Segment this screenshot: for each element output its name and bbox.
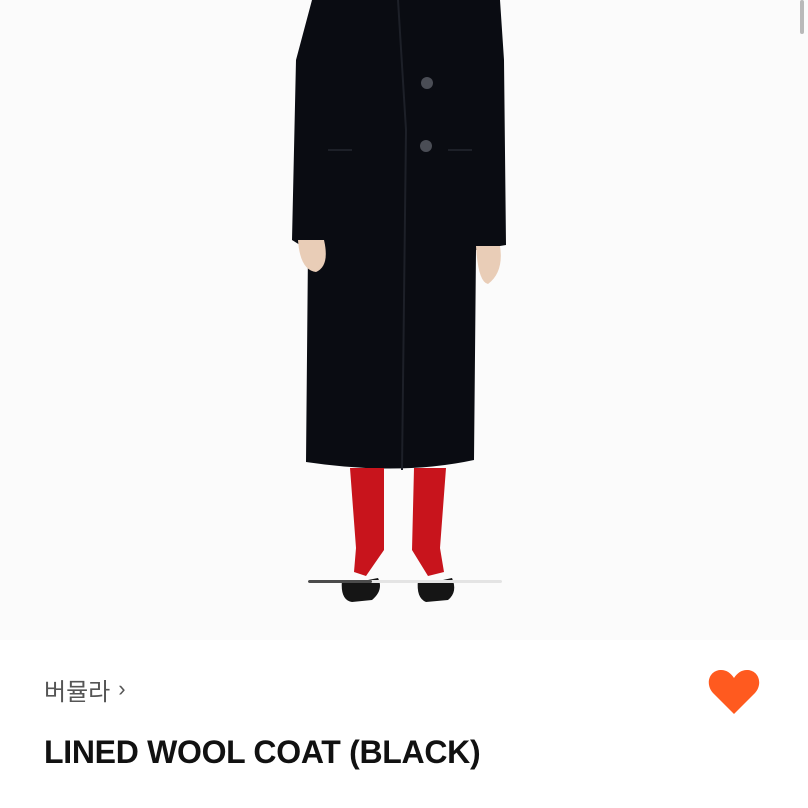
brand-name: 버뮬라 bbox=[44, 678, 111, 706]
carousel-indicator bbox=[308, 580, 502, 583]
heart-icon bbox=[708, 669, 760, 714]
scrollbar[interactable] bbox=[800, 0, 804, 34]
brand-link[interactable]: 버뮬라 › bbox=[44, 672, 126, 706]
coat-button-1 bbox=[421, 77, 433, 89]
product-title: LINED WOOL COAT (BLACK) bbox=[44, 734, 481, 770]
coat-button-2 bbox=[420, 140, 432, 152]
leg-left bbox=[350, 468, 384, 576]
product-image[interactable] bbox=[0, 0, 808, 640]
hand-right bbox=[476, 246, 501, 284]
product-photo bbox=[292, 0, 506, 602]
coat-shape bbox=[292, 0, 506, 469]
favorite-button[interactable] bbox=[704, 662, 764, 722]
hand-left bbox=[298, 240, 326, 272]
carousel-progress bbox=[308, 580, 373, 583]
chevron-right-icon: › bbox=[118, 676, 126, 701]
leg-right bbox=[412, 468, 446, 576]
